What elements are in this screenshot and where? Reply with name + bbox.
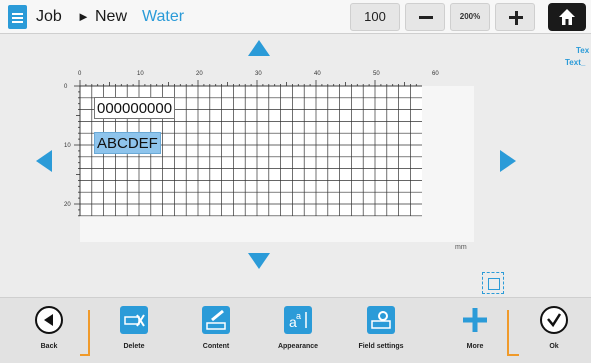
appearance-icon: aa	[284, 306, 312, 334]
bottom-toolbar: Back Delete Content aa Appearance Field …	[0, 297, 591, 363]
numeric-text-field[interactable]: 000000000	[94, 97, 176, 119]
content-label: Content	[202, 343, 230, 350]
delete-button[interactable]: Delete	[94, 302, 174, 360]
field-settings-icon	[367, 306, 395, 334]
x-tick-label: 10	[137, 71, 144, 77]
more-plus-icon	[461, 306, 489, 334]
back-icon	[35, 306, 63, 334]
back-label: Back	[40, 343, 58, 350]
x-tick-label: 20	[196, 71, 203, 77]
zoom-value: 100	[350, 3, 400, 31]
side-label-tex[interactable]: Tex	[576, 46, 589, 55]
x-tick-label: 40	[314, 71, 321, 77]
field-settings-button[interactable]: Field settings	[341, 302, 421, 360]
side-label-text[interactable]: Text_	[565, 58, 585, 67]
delete-icon	[120, 306, 148, 334]
delete-label: Delete	[123, 343, 145, 350]
breadcrumb-job[interactable]: Job	[36, 8, 62, 26]
y-tick-label: 10	[64, 143, 71, 149]
y-tick-label: 0	[64, 84, 68, 90]
label-canvas[interactable]: 0 10 20 30 40 50 60 0 10 20 000000000 ABCDEF	[62, 66, 474, 242]
x-tick-label: 0	[78, 71, 82, 77]
document-icon	[8, 5, 27, 29]
plus-icon[interactable]	[495, 3, 535, 31]
unit-label: mm	[455, 244, 467, 251]
checkmark-icon	[540, 306, 568, 334]
appearance-button[interactable]: aa Appearance	[258, 302, 338, 360]
selected-text-field[interactable]: ABCDEF	[94, 132, 161, 154]
y-tick-label: 20	[64, 202, 71, 208]
ok-button[interactable]: Ok	[514, 302, 591, 360]
minus-icon[interactable]	[405, 3, 445, 31]
x-tick-label: 50	[373, 71, 380, 77]
job-name: Water	[142, 8, 185, 25]
move-right-arrow-icon[interactable]	[500, 150, 516, 172]
zoom-percent-button[interactable]: 200%	[450, 3, 490, 31]
x-tick-label: 30	[255, 71, 262, 77]
more-button[interactable]: More	[435, 302, 515, 360]
move-left-arrow-icon[interactable]	[36, 150, 52, 172]
move-up-arrow-icon[interactable]	[248, 40, 270, 56]
x-tick-label: 60	[432, 71, 439, 77]
header-bar: Job ► New Water 100 200%	[0, 0, 591, 34]
fit-to-screen-icon[interactable]	[482, 272, 504, 294]
breadcrumb-new[interactable]: New	[95, 8, 127, 26]
ok-label: Ok	[549, 343, 559, 350]
home-icon	[559, 9, 575, 25]
content-button[interactable]: Content	[176, 302, 256, 360]
move-down-arrow-icon[interactable]	[248, 253, 270, 269]
home-button[interactable]	[548, 3, 586, 31]
svg-text:a: a	[296, 311, 301, 321]
content-edit-icon	[202, 306, 230, 334]
back-button[interactable]: Back	[9, 302, 89, 360]
more-label: More	[466, 343, 484, 350]
appearance-label: Appearance	[277, 343, 319, 350]
breadcrumb-arrow-icon: ►	[77, 9, 90, 24]
field-settings-label: Field settings	[358, 343, 404, 350]
editor-screen: Job ► New Water 100 200% Tex Text_ 0 10 20…	[0, 0, 591, 363]
